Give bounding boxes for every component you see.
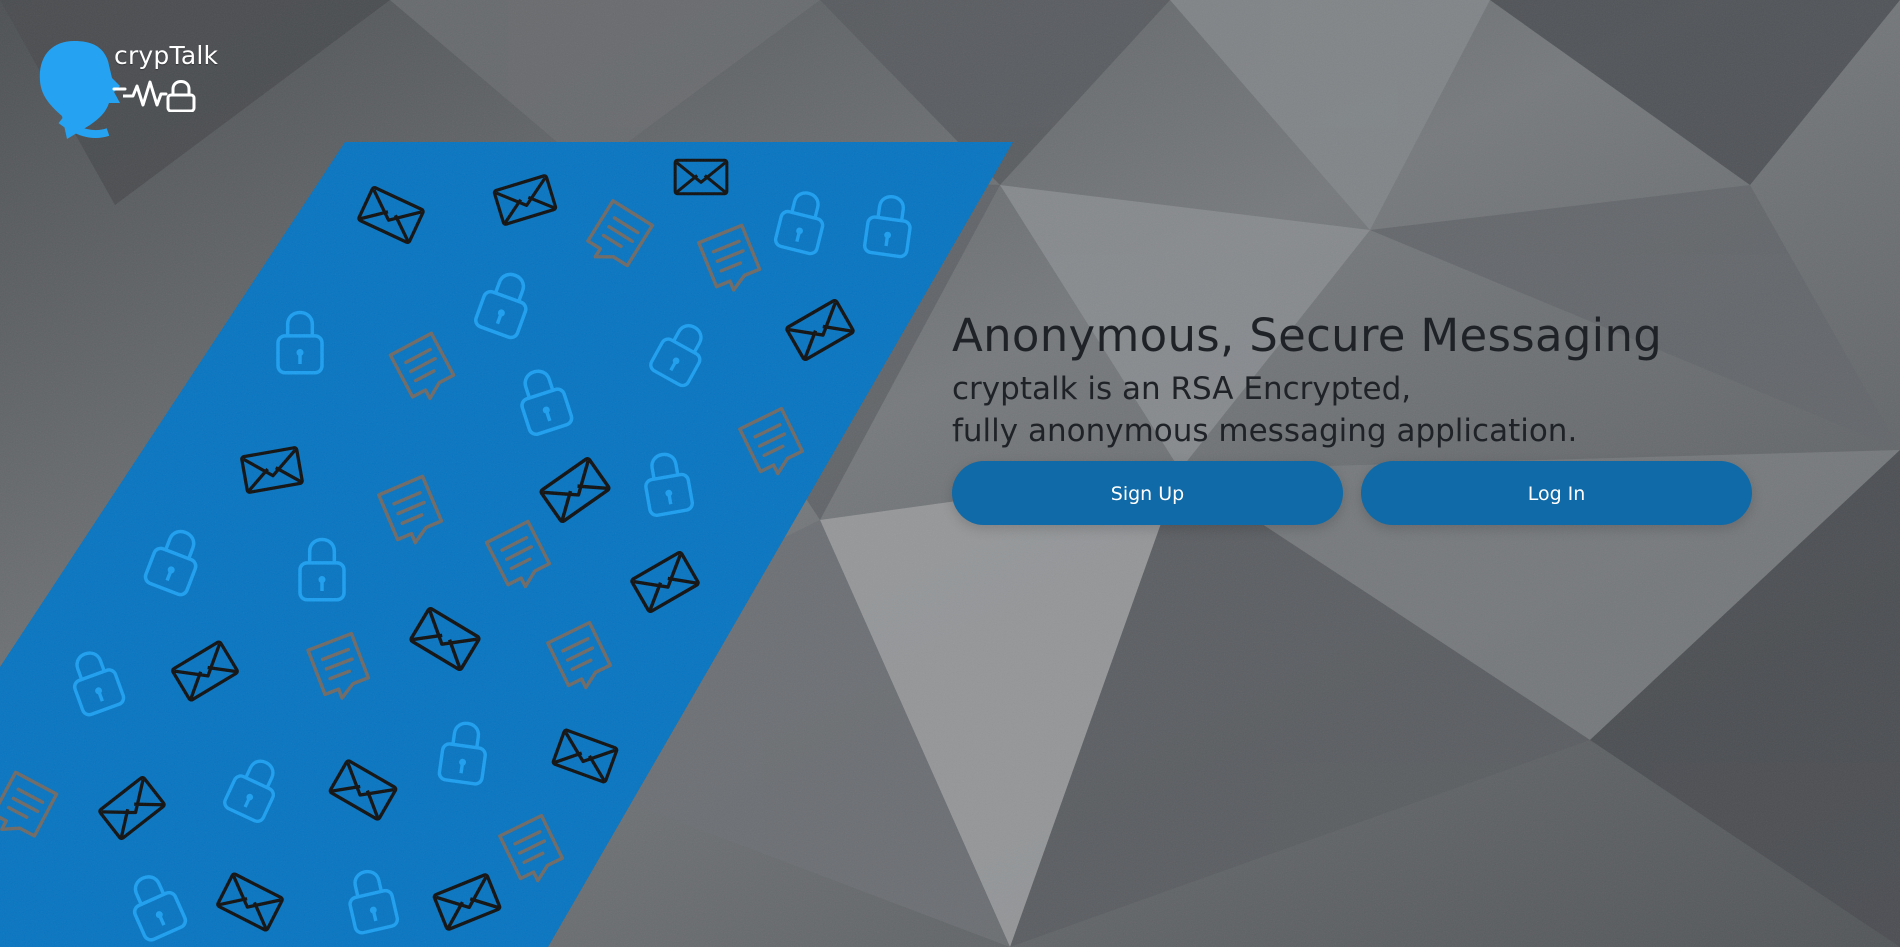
soundwave-lock-icon xyxy=(123,80,196,112)
brand-name: crypTalk xyxy=(114,41,219,70)
page-title: Anonymous, Secure Messaging xyxy=(952,309,1663,362)
auth-buttons: Sign Up Log In xyxy=(952,461,1762,525)
subtitle-line-1: cryptalk is an RSA Encrypted, xyxy=(952,371,1412,407)
brand-logo[interactable]: crypTalk xyxy=(38,34,228,154)
subtitle-line-2: fully anonymous messaging application. xyxy=(952,413,1578,449)
sign-up-button[interactable]: Sign Up xyxy=(952,461,1343,525)
page-subtitle: cryptalk is an RSA Encrypted, fully anon… xyxy=(952,368,1762,452)
hero-content: Anonymous, Secure Messaging cryptalk is … xyxy=(952,309,1762,525)
landing-page: crypTalk Anonymous, Secure Messaging cry… xyxy=(0,0,1900,947)
log-in-button[interactable]: Log In xyxy=(1361,461,1752,525)
